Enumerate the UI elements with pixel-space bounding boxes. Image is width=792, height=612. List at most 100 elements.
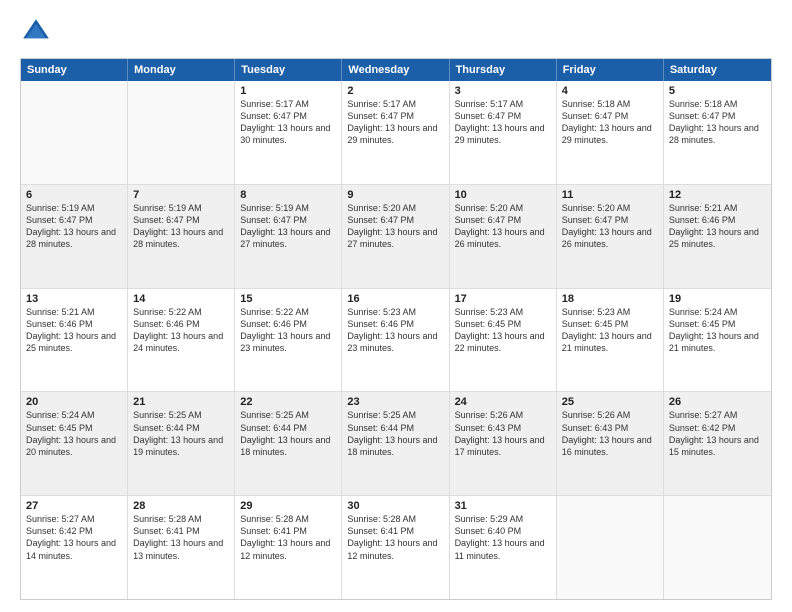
day-cell-10: 10Sunrise: 5:20 AM Sunset: 6:47 PM Dayli… [450, 185, 557, 288]
day-number: 30 [347, 500, 443, 512]
day-cell-6: 6Sunrise: 5:19 AM Sunset: 6:47 PM Daylig… [21, 185, 128, 288]
day-info: Sunrise: 5:24 AM Sunset: 6:45 PM Dayligh… [26, 409, 122, 458]
day-cell-27: 27Sunrise: 5:27 AM Sunset: 6:42 PM Dayli… [21, 496, 128, 599]
day-cell-25: 25Sunrise: 5:26 AM Sunset: 6:43 PM Dayli… [557, 392, 664, 495]
week-row-4: 20Sunrise: 5:24 AM Sunset: 6:45 PM Dayli… [21, 391, 771, 495]
day-number: 12 [669, 189, 766, 201]
day-info: Sunrise: 5:25 AM Sunset: 6:44 PM Dayligh… [240, 409, 336, 458]
day-number: 20 [26, 396, 122, 408]
day-info: Sunrise: 5:28 AM Sunset: 6:41 PM Dayligh… [133, 513, 229, 562]
day-header-wednesday: Wednesday [342, 59, 449, 81]
logo [20, 16, 56, 48]
day-info: Sunrise: 5:25 AM Sunset: 6:44 PM Dayligh… [347, 409, 443, 458]
day-info: Sunrise: 5:23 AM Sunset: 6:45 PM Dayligh… [455, 306, 551, 355]
day-info: Sunrise: 5:21 AM Sunset: 6:46 PM Dayligh… [26, 306, 122, 355]
day-cell-23: 23Sunrise: 5:25 AM Sunset: 6:44 PM Dayli… [342, 392, 449, 495]
day-info: Sunrise: 5:20 AM Sunset: 6:47 PM Dayligh… [562, 202, 658, 251]
day-number: 3 [455, 85, 551, 97]
empty-cell [557, 496, 664, 599]
day-number: 7 [133, 189, 229, 201]
day-info: Sunrise: 5:22 AM Sunset: 6:46 PM Dayligh… [240, 306, 336, 355]
day-number: 14 [133, 293, 229, 305]
day-cell-30: 30Sunrise: 5:28 AM Sunset: 6:41 PM Dayli… [342, 496, 449, 599]
day-info: Sunrise: 5:26 AM Sunset: 6:43 PM Dayligh… [562, 409, 658, 458]
day-cell-28: 28Sunrise: 5:28 AM Sunset: 6:41 PM Dayli… [128, 496, 235, 599]
day-cell-4: 4Sunrise: 5:18 AM Sunset: 6:47 PM Daylig… [557, 81, 664, 184]
day-cell-21: 21Sunrise: 5:25 AM Sunset: 6:44 PM Dayli… [128, 392, 235, 495]
day-number: 18 [562, 293, 658, 305]
day-info: Sunrise: 5:28 AM Sunset: 6:41 PM Dayligh… [347, 513, 443, 562]
page: SundayMondayTuesdayWednesdayThursdayFrid… [0, 0, 792, 612]
day-number: 11 [562, 189, 658, 201]
day-info: Sunrise: 5:19 AM Sunset: 6:47 PM Dayligh… [133, 202, 229, 251]
day-info: Sunrise: 5:26 AM Sunset: 6:43 PM Dayligh… [455, 409, 551, 458]
day-number: 1 [240, 85, 336, 97]
day-number: 6 [26, 189, 122, 201]
day-cell-9: 9Sunrise: 5:20 AM Sunset: 6:47 PM Daylig… [342, 185, 449, 288]
day-number: 10 [455, 189, 551, 201]
day-header-tuesday: Tuesday [235, 59, 342, 81]
day-header-sunday: Sunday [21, 59, 128, 81]
day-cell-22: 22Sunrise: 5:25 AM Sunset: 6:44 PM Dayli… [235, 392, 342, 495]
day-number: 4 [562, 85, 658, 97]
day-info: Sunrise: 5:24 AM Sunset: 6:45 PM Dayligh… [669, 306, 766, 355]
day-cell-8: 8Sunrise: 5:19 AM Sunset: 6:47 PM Daylig… [235, 185, 342, 288]
header [20, 16, 772, 48]
day-info: Sunrise: 5:20 AM Sunset: 6:47 PM Dayligh… [347, 202, 443, 251]
day-info: Sunrise: 5:25 AM Sunset: 6:44 PM Dayligh… [133, 409, 229, 458]
day-cell-2: 2Sunrise: 5:17 AM Sunset: 6:47 PM Daylig… [342, 81, 449, 184]
day-cell-1: 1Sunrise: 5:17 AM Sunset: 6:47 PM Daylig… [235, 81, 342, 184]
day-info: Sunrise: 5:23 AM Sunset: 6:46 PM Dayligh… [347, 306, 443, 355]
day-info: Sunrise: 5:19 AM Sunset: 6:47 PM Dayligh… [240, 202, 336, 251]
day-number: 21 [133, 396, 229, 408]
day-cell-11: 11Sunrise: 5:20 AM Sunset: 6:47 PM Dayli… [557, 185, 664, 288]
day-info: Sunrise: 5:17 AM Sunset: 6:47 PM Dayligh… [455, 98, 551, 147]
day-info: Sunrise: 5:29 AM Sunset: 6:40 PM Dayligh… [455, 513, 551, 562]
day-number: 28 [133, 500, 229, 512]
day-number: 25 [562, 396, 658, 408]
empty-cell [664, 496, 771, 599]
day-info: Sunrise: 5:18 AM Sunset: 6:47 PM Dayligh… [562, 98, 658, 147]
day-cell-20: 20Sunrise: 5:24 AM Sunset: 6:45 PM Dayli… [21, 392, 128, 495]
day-number: 16 [347, 293, 443, 305]
week-row-2: 6Sunrise: 5:19 AM Sunset: 6:47 PM Daylig… [21, 184, 771, 288]
calendar-header: SundayMondayTuesdayWednesdayThursdayFrid… [21, 59, 771, 81]
day-number: 9 [347, 189, 443, 201]
day-info: Sunrise: 5:28 AM Sunset: 6:41 PM Dayligh… [240, 513, 336, 562]
day-cell-31: 31Sunrise: 5:29 AM Sunset: 6:40 PM Dayli… [450, 496, 557, 599]
day-cell-26: 26Sunrise: 5:27 AM Sunset: 6:42 PM Dayli… [664, 392, 771, 495]
day-cell-3: 3Sunrise: 5:17 AM Sunset: 6:47 PM Daylig… [450, 81, 557, 184]
day-number: 19 [669, 293, 766, 305]
day-cell-12: 12Sunrise: 5:21 AM Sunset: 6:46 PM Dayli… [664, 185, 771, 288]
day-cell-29: 29Sunrise: 5:28 AM Sunset: 6:41 PM Dayli… [235, 496, 342, 599]
day-number: 29 [240, 500, 336, 512]
day-number: 15 [240, 293, 336, 305]
day-header-monday: Monday [128, 59, 235, 81]
day-cell-7: 7Sunrise: 5:19 AM Sunset: 6:47 PM Daylig… [128, 185, 235, 288]
day-cell-16: 16Sunrise: 5:23 AM Sunset: 6:46 PM Dayli… [342, 289, 449, 392]
day-number: 8 [240, 189, 336, 201]
day-header-friday: Friday [557, 59, 664, 81]
day-number: 27 [26, 500, 122, 512]
day-cell-18: 18Sunrise: 5:23 AM Sunset: 6:45 PM Dayli… [557, 289, 664, 392]
day-cell-14: 14Sunrise: 5:22 AM Sunset: 6:46 PM Dayli… [128, 289, 235, 392]
day-number: 26 [669, 396, 766, 408]
week-row-5: 27Sunrise: 5:27 AM Sunset: 6:42 PM Dayli… [21, 495, 771, 599]
day-info: Sunrise: 5:19 AM Sunset: 6:47 PM Dayligh… [26, 202, 122, 251]
empty-cell [128, 81, 235, 184]
day-info: Sunrise: 5:17 AM Sunset: 6:47 PM Dayligh… [347, 98, 443, 147]
logo-icon [20, 16, 52, 48]
week-row-3: 13Sunrise: 5:21 AM Sunset: 6:46 PM Dayli… [21, 288, 771, 392]
day-info: Sunrise: 5:21 AM Sunset: 6:46 PM Dayligh… [669, 202, 766, 251]
day-info: Sunrise: 5:18 AM Sunset: 6:47 PM Dayligh… [669, 98, 766, 147]
day-cell-17: 17Sunrise: 5:23 AM Sunset: 6:45 PM Dayli… [450, 289, 557, 392]
week-row-1: 1Sunrise: 5:17 AM Sunset: 6:47 PM Daylig… [21, 81, 771, 184]
day-info: Sunrise: 5:17 AM Sunset: 6:47 PM Dayligh… [240, 98, 336, 147]
day-number: 17 [455, 293, 551, 305]
day-cell-15: 15Sunrise: 5:22 AM Sunset: 6:46 PM Dayli… [235, 289, 342, 392]
day-info: Sunrise: 5:27 AM Sunset: 6:42 PM Dayligh… [26, 513, 122, 562]
day-cell-5: 5Sunrise: 5:18 AM Sunset: 6:47 PM Daylig… [664, 81, 771, 184]
calendar: SundayMondayTuesdayWednesdayThursdayFrid… [20, 58, 772, 600]
day-info: Sunrise: 5:20 AM Sunset: 6:47 PM Dayligh… [455, 202, 551, 251]
day-info: Sunrise: 5:22 AM Sunset: 6:46 PM Dayligh… [133, 306, 229, 355]
